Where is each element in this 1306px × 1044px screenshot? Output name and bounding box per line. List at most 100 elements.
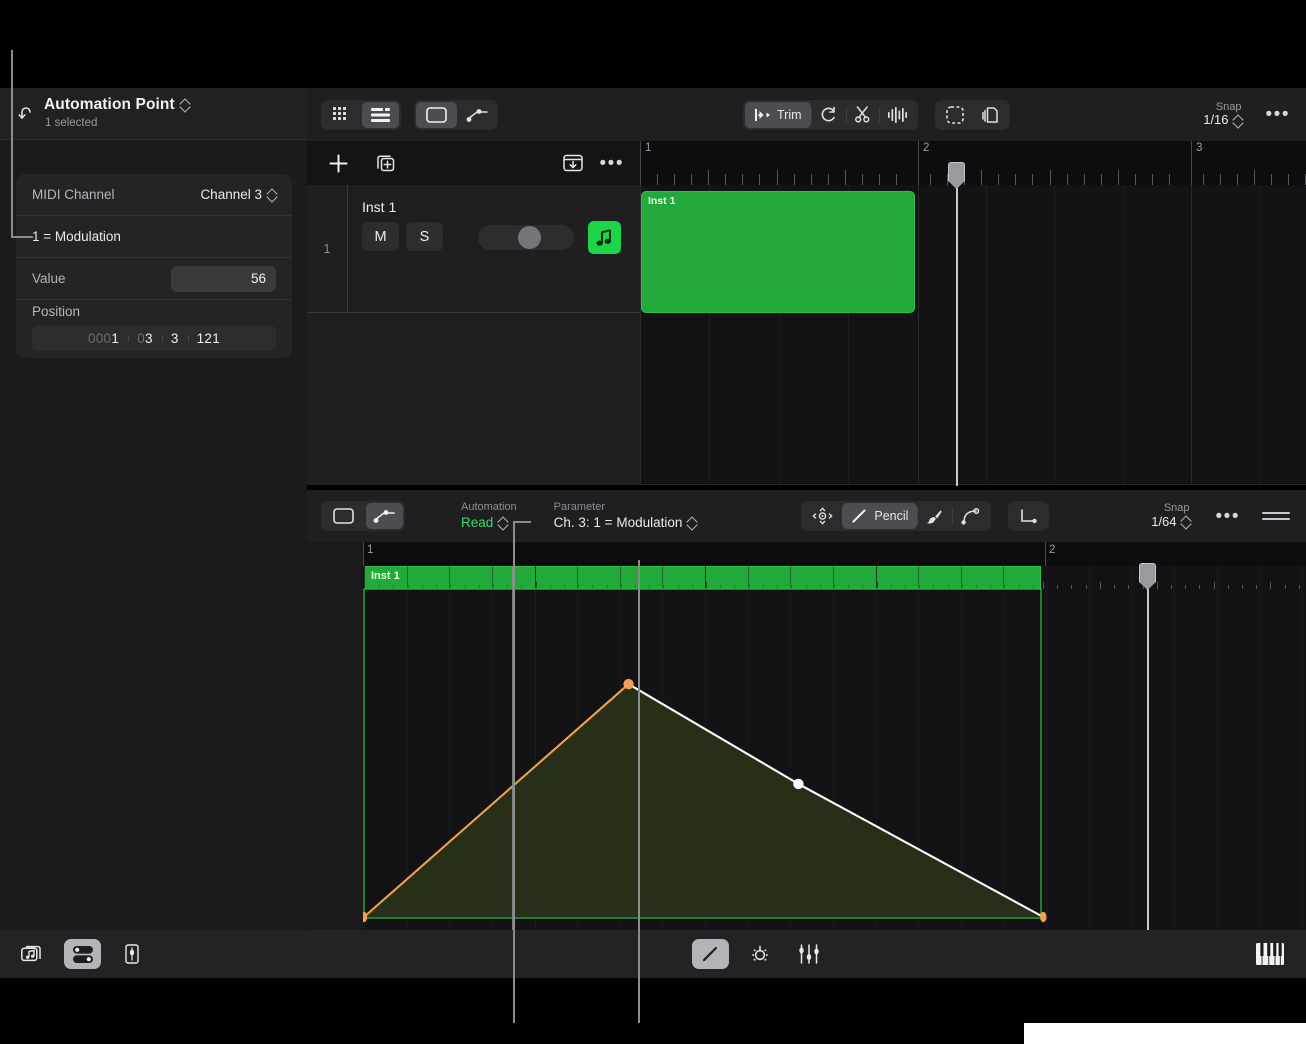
track-divider: [307, 312, 640, 313]
midi-channel-row[interactable]: MIDI Channel Channel 3: [16, 174, 292, 216]
automation-mode-button[interactable]: [459, 102, 496, 128]
midi-channel-value-text: Channel 3: [200, 187, 262, 202]
bottom-right-strip: [1024, 1023, 1306, 1044]
value-label: Value: [32, 271, 66, 286]
editor-mode-segmented: [414, 99, 498, 130]
toolbar-more-button[interactable]: •••: [1266, 105, 1290, 124]
keyboard-button[interactable]: [1251, 939, 1288, 969]
trim-tool-label: Trim: [777, 107, 802, 122]
snap-value[interactable]: 1/16: [1203, 112, 1241, 128]
automation-curve[interactable]: [363, 566, 1306, 930]
automation-canvas[interactable]: Inst 1: [363, 566, 1306, 930]
parameter-row: 1 = Modulation: [16, 216, 292, 258]
fader-button[interactable]: [113, 939, 150, 969]
chevron-updown-icon: [687, 516, 696, 530]
snap-control[interactable]: Snap 1/16: [1203, 101, 1241, 129]
automation-mode-control[interactable]: Automation Read: [461, 501, 517, 530]
selected-automation-point[interactable]: [623, 678, 634, 690]
track-name: Inst 1: [362, 199, 397, 215]
playhead[interactable]: [956, 174, 958, 486]
marquee-tool-button[interactable]: [937, 102, 973, 128]
pencil-tool-button[interactable]: Pencil: [842, 503, 918, 529]
brush-tool-button[interactable]: [917, 503, 952, 529]
ae-snap-value-text: 1/64: [1151, 513, 1177, 529]
ae-snap-control[interactable]: Snap 1/64: [1151, 502, 1189, 530]
brightness-button[interactable]: [741, 939, 778, 969]
track-header-bar: •••: [307, 141, 640, 185]
add-track-button[interactable]: [323, 148, 353, 178]
track-controls-button[interactable]: [64, 939, 101, 969]
callout-line-inspector-vertical: [11, 50, 13, 238]
midi-channel-value[interactable]: Channel 3: [200, 187, 276, 202]
volume-slider[interactable]: [478, 225, 574, 250]
automation-value[interactable]: Read: [461, 515, 517, 531]
step-tool-button[interactable]: [1010, 503, 1047, 529]
parameter-control[interactable]: Parameter Ch. 3: 1 = Modulation: [554, 501, 697, 530]
ae-playhead[interactable]: [1147, 584, 1149, 930]
grid-view-button[interactable]: [323, 102, 360, 128]
parameter-value[interactable]: Ch. 3: 1 = Modulation: [554, 515, 697, 531]
back-arrow-icon[interactable]: [14, 101, 40, 127]
position-beats-value: 3: [145, 330, 153, 346]
ae-resize-handle[interactable]: [1262, 512, 1290, 520]
bar-number: 1: [645, 142, 652, 154]
trim-tool-button[interactable]: Trim: [745, 101, 811, 128]
track-list: 1 Inst 1 M S: [307, 185, 640, 485]
position-bars[interactable]: 0001: [79, 331, 128, 346]
curve-tool-button[interactable]: [952, 503, 989, 529]
value-row[interactable]: Value 56: [16, 258, 292, 300]
region-mode-button[interactable]: [416, 101, 457, 128]
ae-snap-value[interactable]: 1/64: [1151, 513, 1189, 530]
midi-region[interactable]: Inst 1: [641, 191, 915, 313]
inspector-title[interactable]: Automation Point: [44, 96, 189, 114]
position-beats[interactable]: 03: [128, 331, 162, 346]
ae-more-button[interactable]: •••: [1216, 507, 1240, 526]
arrange-bottom-divider: [640, 484, 1306, 485]
ae-snap-label: Snap: [1163, 502, 1190, 515]
mixer-button[interactable]: [790, 939, 827, 969]
ae-automation-mode-button[interactable]: [366, 503, 403, 529]
bottom-toolbar: [0, 930, 1306, 978]
position-bars-value: 1: [111, 330, 120, 346]
ae-region-mode-button[interactable]: [323, 503, 364, 529]
track-number: 1: [307, 185, 348, 312]
view-mode-segmented: [321, 99, 401, 130]
region-end-point[interactable]: [1040, 911, 1047, 923]
list-view-button[interactable]: [362, 101, 399, 128]
solo-button[interactable]: S: [406, 222, 443, 251]
inspector-header: Automation Point 1 selected: [0, 88, 307, 140]
position-beats-dim: 0: [137, 330, 145, 346]
position-row: Position 0001 03 3 121: [16, 300, 292, 358]
library-button[interactable]: [13, 939, 50, 969]
position-divisions[interactable]: 3: [161, 331, 188, 346]
position-label: Position: [32, 304, 81, 319]
loop-tool-button[interactable]: [810, 102, 846, 128]
bar-divider: [1191, 141, 1192, 185]
arrange-ruler[interactable]: 1 2 3: [640, 141, 1306, 185]
flex-tool-button[interactable]: [878, 102, 916, 128]
automation-point[interactable]: [793, 778, 804, 790]
position-ticks[interactable]: 121: [187, 331, 229, 346]
position-field[interactable]: 0001 03 3 121: [32, 325, 276, 351]
music-note-icon[interactable]: [588, 221, 621, 254]
bar-number: 2: [923, 142, 930, 154]
main-toolbar: Trim Snap 1/16 •••: [307, 88, 1306, 141]
scissors-tool-button[interactable]: [845, 102, 879, 128]
track-row[interactable]: Inst 1 M S: [348, 185, 640, 312]
chevron-updown-icon: [180, 98, 189, 112]
pointer-tool-button[interactable]: [803, 503, 842, 529]
bar-number: 3: [1196, 142, 1203, 154]
mute-button[interactable]: M: [362, 222, 399, 251]
duplicate-tool-button[interactable]: [973, 102, 1008, 128]
callout-line-parameter-vertical: [513, 521, 515, 1023]
arrange-canvas[interactable]: Inst 1: [640, 185, 1306, 485]
import-button[interactable]: [558, 148, 588, 178]
volume-slider-knob[interactable]: [518, 226, 541, 249]
value-field[interactable]: 56: [171, 265, 276, 292]
automation-editor-toolbar: Automation Read Parameter Ch. 3: 1 = Mod…: [307, 490, 1306, 542]
track-more-button[interactable]: •••: [600, 154, 624, 173]
parameter-text: 1 = Modulation: [32, 229, 121, 244]
pencil-tool-button[interactable]: [692, 939, 729, 969]
duplicate-track-button[interactable]: [371, 148, 401, 178]
automation-fill: [364, 684, 1044, 917]
